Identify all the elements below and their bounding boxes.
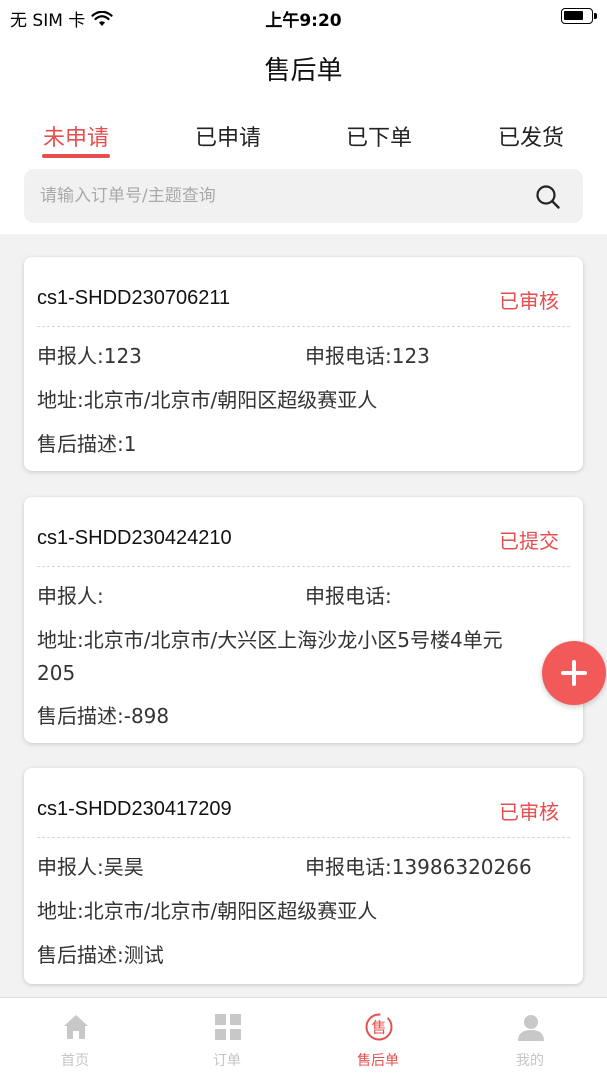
after-sale-icon: 售 bbox=[365, 1013, 393, 1041]
description-text: 售后描述:1 bbox=[37, 432, 137, 456]
order-number: cs1-SHDD230424210 bbox=[37, 527, 232, 549]
page-title: 售后单 bbox=[264, 56, 343, 86]
active-tab-indicator bbox=[42, 154, 110, 158]
search-input[interactable] bbox=[40, 169, 520, 223]
tab-shipped[interactable]: 已发货 bbox=[471, 120, 591, 160]
order-card[interactable]: cs1-SHDD230706211 已审核 申报人:123 申报电话:123 地… bbox=[24, 257, 583, 471]
tabbar-label: 我的 bbox=[516, 1053, 544, 1069]
reporter-text: 申报人: bbox=[37, 584, 104, 608]
tabbar-item-after-sale[interactable]: 售 售后单 bbox=[328, 998, 428, 1080]
home-icon bbox=[64, 1015, 88, 1039]
reporter-text: 申报人:123 bbox=[37, 344, 142, 368]
order-card[interactable]: cs1-SHDD230424210 已提交 申报人: 申报电话: 地址:北京市/… bbox=[24, 497, 583, 743]
phone-text: 申报电话: bbox=[305, 584, 392, 608]
tabbar-item-home[interactable]: 首页 bbox=[25, 998, 125, 1080]
address-text: 地址:北京市/北京市/朝阳区超级赛亚人 bbox=[37, 388, 378, 412]
tabbar-label: 订单 bbox=[213, 1053, 241, 1069]
tabbar-item-orders[interactable]: 订单 bbox=[177, 998, 277, 1080]
status-badge: 已提交 bbox=[499, 529, 559, 553]
status-badge: 已审核 bbox=[499, 800, 559, 824]
tab-applied[interactable]: 已申请 bbox=[168, 120, 288, 160]
battery-icon bbox=[561, 8, 597, 24]
card-divider bbox=[37, 837, 570, 838]
grid-icon bbox=[215, 1014, 241, 1040]
description-text: 售后描述:-898 bbox=[37, 704, 170, 728]
reporter-text: 申报人:吴昊 bbox=[37, 855, 144, 879]
order-number: cs1-SHDD230417209 bbox=[37, 798, 232, 820]
status-bar: 无 SIM 卡 上午9:20 bbox=[0, 0, 607, 34]
search-icon[interactable] bbox=[535, 184, 561, 210]
tabbar-label: 售后单 bbox=[357, 1053, 399, 1069]
add-after-sale-button[interactable] bbox=[542, 641, 606, 705]
tab-ordered[interactable]: 已下单 bbox=[319, 120, 439, 160]
status-time: 上午9:20 bbox=[265, 11, 342, 31]
order-card[interactable]: cs1-SHDD230417209 已审核 申报人:吴昊 申报电话:139863… bbox=[24, 768, 583, 984]
phone-text: 申报电话:123 bbox=[305, 344, 430, 368]
bottom-tab-bar: 首页 订单 售 售后单 我的 bbox=[0, 997, 607, 1080]
plus-icon bbox=[561, 660, 587, 686]
card-divider bbox=[37, 566, 570, 567]
tabbar-label: 首页 bbox=[61, 1053, 89, 1069]
user-icon bbox=[518, 1015, 544, 1041]
address-text: 地址:北京市/北京市/朝阳区超级赛亚人 bbox=[37, 899, 378, 923]
status-badge: 已审核 bbox=[499, 289, 559, 313]
search-bar bbox=[24, 169, 583, 223]
phone-text: 申报电话:13986320266 bbox=[305, 855, 532, 879]
description-text: 售后描述:测试 bbox=[37, 943, 164, 967]
card-divider bbox=[37, 326, 570, 327]
after-sale-glyph: 售 bbox=[371, 1019, 386, 1037]
header-area: 无 SIM 卡 上午9:20 售后单 未申请 已申请 已下单 已发货 bbox=[0, 0, 607, 234]
order-number: cs1-SHDD230706211 bbox=[37, 287, 231, 309]
tabbar-item-mine[interactable]: 我的 bbox=[480, 998, 580, 1080]
address-text: 地址:北京市/北京市/大兴区上海沙龙小区5号楼4单元205 bbox=[37, 628, 503, 685]
